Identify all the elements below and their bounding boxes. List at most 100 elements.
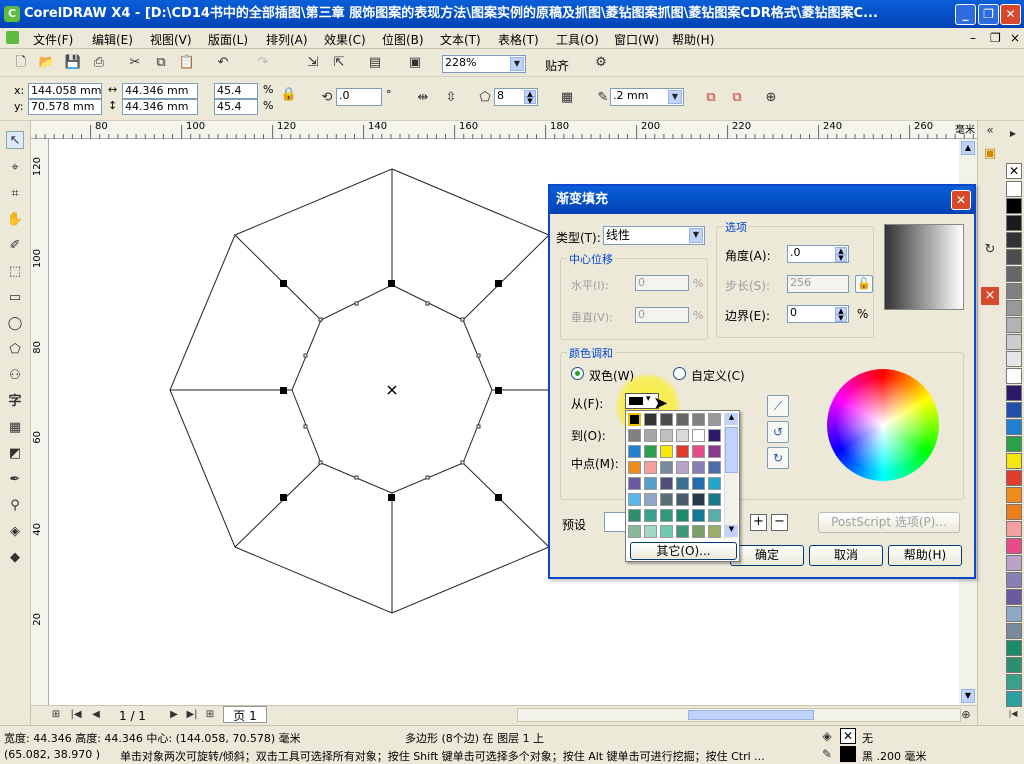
color-cell[interactable] — [676, 477, 689, 490]
interactive-fill-tool-icon[interactable]: ◆ — [6, 549, 24, 567]
palette-swatch[interactable] — [1006, 402, 1022, 418]
color-cell[interactable] — [692, 413, 705, 426]
horizontal-scrollbar[interactable] — [517, 708, 961, 722]
color-cell[interactable] — [692, 429, 705, 442]
to-back-icon[interactable]: ⧉ — [728, 89, 746, 107]
color-cell[interactable] — [676, 493, 689, 506]
close-docker-icon[interactable]: × — [981, 287, 999, 305]
type-select[interactable]: 线性 ▼ — [603, 226, 705, 245]
color-cell[interactable] — [644, 477, 657, 490]
color-cell[interactable] — [628, 493, 641, 506]
crop-tool-icon[interactable]: ⌗ — [6, 185, 24, 203]
zoom-select[interactable]: 228% ▼ — [442, 55, 526, 73]
clockwise-blend-icon[interactable]: ↻ — [767, 447, 789, 469]
doc-minimize-icon[interactable]: – — [970, 31, 976, 45]
palette-swatch[interactable] — [1006, 589, 1022, 605]
horizontal-ruler[interactable]: 80 100 120 140 160 180 200 220 240 260 毫… — [31, 121, 977, 139]
color-cell[interactable] — [660, 413, 673, 426]
color-cell[interactable] — [628, 429, 641, 442]
scale-y-input[interactable]: 45.4 — [214, 99, 258, 115]
application-launcher-icon[interactable]: ▤ — [366, 54, 384, 72]
export-icon[interactable]: ⇱ — [330, 54, 348, 72]
palette-swatch[interactable] — [1006, 538, 1022, 554]
color-cell[interactable] — [676, 525, 689, 538]
pick-tool-icon[interactable]: ↖ — [6, 131, 24, 149]
color-cell[interactable] — [676, 429, 689, 442]
outline-color-swatch[interactable] — [840, 746, 856, 762]
color-cell[interactable] — [628, 445, 641, 458]
mirror-horizontal-icon[interactable]: ⇹ — [414, 89, 432, 107]
undo-icon[interactable]: ↶ — [214, 54, 232, 72]
palette-swatch[interactable] — [1006, 521, 1022, 537]
color-cell[interactable] — [644, 525, 657, 538]
vertical-ruler[interactable]: 120 100 80 60 40 20 — [31, 139, 49, 705]
y-position-input[interactable]: 70.578 mm — [28, 99, 102, 115]
redo-icon[interactable]: ↷ — [254, 54, 272, 72]
polygon-tool-icon[interactable]: ⬠ — [6, 341, 24, 359]
no-fill-swatch[interactable]: ✕ — [1006, 163, 1022, 179]
polygon-sides-input[interactable]: 8 ▲ ▼ — [494, 88, 538, 106]
copy-icon[interactable]: ⧉ — [152, 54, 170, 72]
scroll-down-icon[interactable]: ▼ — [961, 689, 975, 703]
menu-file[interactable]: 文件(F) — [33, 31, 73, 48]
welcome-screen-icon[interactable]: ▣ — [406, 54, 424, 72]
rotation-input[interactable]: .0 — [336, 88, 382, 106]
color-cell[interactable] — [660, 509, 673, 522]
width-input[interactable]: 44.346 mm — [122, 83, 198, 99]
color-cell[interactable] — [644, 461, 657, 474]
cancel-button[interactable]: 取消 — [809, 545, 883, 566]
import-icon[interactable]: ⇲ — [304, 54, 322, 72]
object-properties-tab-icon[interactable]: ▣ — [981, 145, 999, 163]
color-cell[interactable] — [644, 509, 657, 522]
color-cell[interactable] — [660, 445, 673, 458]
palette-swatch[interactable] — [1006, 317, 1022, 333]
spin-down-icon[interactable]: ▼ — [835, 314, 847, 322]
scroll-up-icon[interactable]: ▲ — [961, 141, 975, 155]
color-cell[interactable] — [628, 525, 641, 538]
add-page-icon[interactable]: ⊞ — [201, 706, 219, 724]
menu-layout[interactable]: 版面(L) — [208, 31, 248, 48]
color-cell[interactable] — [660, 525, 673, 538]
eyedropper-tool-icon[interactable]: ✒ — [6, 471, 24, 489]
popup-scrollbar[interactable]: ▲ ▼ — [724, 413, 738, 539]
palette-swatch[interactable] — [1006, 436, 1022, 452]
color-cell[interactable] — [644, 445, 657, 458]
color-cell[interactable] — [692, 477, 705, 490]
add-preset-icon[interactable]: + — [750, 514, 767, 531]
freehand-tool-icon[interactable]: ✐ — [6, 237, 24, 255]
color-cell[interactable] — [708, 493, 721, 506]
color-cell[interactable] — [692, 461, 705, 474]
last-page-icon[interactable]: ▶| — [183, 706, 201, 724]
direct-blend-icon[interactable]: ⟋ — [767, 395, 789, 417]
lock-steps-icon[interactable]: 🔓 — [855, 275, 873, 293]
palette-swatch[interactable] — [1006, 674, 1022, 690]
interactive-blend-tool-icon[interactable]: ◩ — [6, 445, 24, 463]
color-cell[interactable] — [708, 509, 721, 522]
vertical-input[interactable]: 0 — [635, 307, 689, 323]
color-cell[interactable] — [644, 493, 657, 506]
custom-radio[interactable] — [673, 367, 686, 380]
angle-input[interactable]: .0 ▲ ▼ — [787, 245, 849, 263]
menu-view[interactable]: 视图(V) — [150, 31, 192, 48]
two-color-radio[interactable] — [571, 367, 584, 380]
minimize-button[interactable]: _ — [955, 4, 976, 25]
color-cell[interactable] — [708, 525, 721, 538]
palette-swatch[interactable] — [1006, 300, 1022, 316]
smart-fill-tool-icon[interactable]: ⬚ — [6, 263, 24, 281]
color-cell[interactable] — [644, 429, 657, 442]
palette-swatch[interactable] — [1006, 181, 1022, 197]
zoom-tool-icon[interactable]: ✋ — [6, 211, 24, 229]
prev-page-icon[interactable]: ◀ — [87, 706, 105, 724]
menu-effects[interactable]: 效果(C) — [324, 31, 366, 48]
steps-input[interactable]: 256 — [787, 275, 849, 293]
document-icon[interactable] — [6, 31, 19, 44]
palette-swatch[interactable] — [1006, 555, 1022, 571]
palette-swatch[interactable] — [1006, 657, 1022, 673]
mirror-vertical-icon[interactable]: ⇳ — [442, 89, 460, 107]
chevron-down-icon[interactable]: ▼ — [668, 90, 682, 104]
shape-tool-icon[interactable]: ⌖ — [6, 159, 24, 177]
x-position-input[interactable]: 144.058 mm — [28, 83, 102, 99]
ellipse-tool-icon[interactable]: ◯ — [6, 315, 24, 333]
color-cell[interactable] — [628, 461, 641, 474]
collapse-docker-icon[interactable]: « — [981, 121, 999, 139]
